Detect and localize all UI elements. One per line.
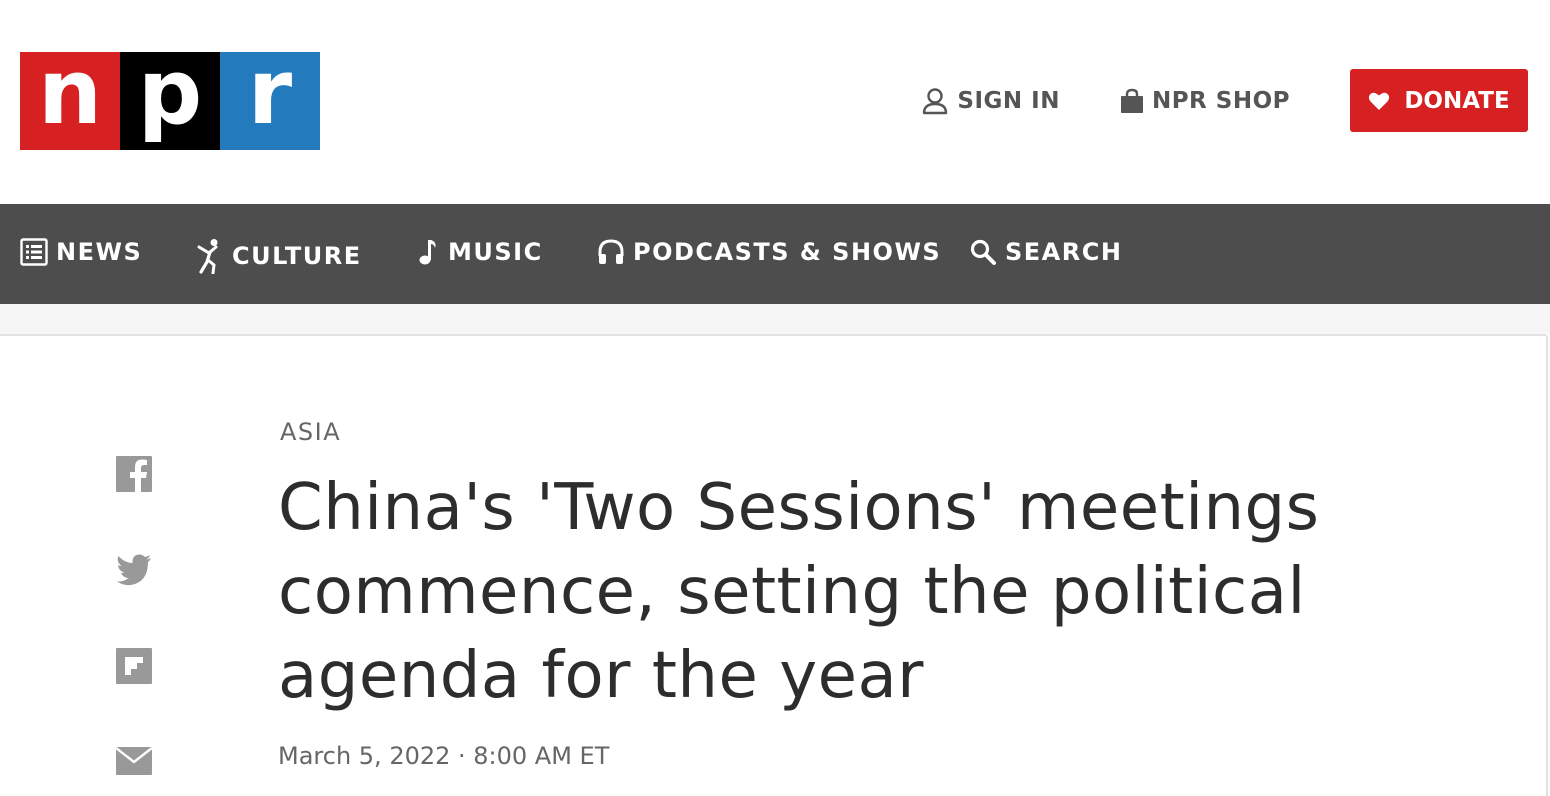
article-headline: China's 'Two Sessions' meetings commence… [278,471,1320,713]
facebook-icon [116,456,152,492]
share-flipboard[interactable] [116,648,152,684]
npr-shop-link[interactable]: NPR SHOP [1120,88,1290,114]
nav-item-podcasts-shows[interactable]: PODCASTS & SHOWS [597,238,941,266]
news-list-icon [20,238,48,266]
article-dateline: March 5, 2022 · 8:00 AM ET [278,742,610,770]
dancer-icon [197,239,218,274]
donate-label: DONATE [1404,87,1510,114]
section-slug-link[interactable]: ASIA [280,418,341,446]
nav-item-search[interactable]: SEARCH [969,238,1122,266]
nav-item-culture[interactable]: CULTURE [196,238,362,274]
user-icon [923,87,948,114]
email-icon [115,747,153,775]
main-navigation: NEWS CULTURE MUSIC PODCASTS & SHOWS SEAR… [0,204,1550,304]
heart-icon [1369,92,1390,110]
nav-item-music[interactable]: MUSIC [418,238,543,266]
music-note-icon [419,240,436,265]
logo-tile-n: n [20,48,120,150]
site-header: n p r SIGN IN NPR SHOP DONATE [0,0,1550,204]
nav-label-search: SEARCH [1005,238,1123,266]
content-top-strip [0,304,1550,334]
donate-button[interactable]: DONATE [1350,69,1528,132]
nav-label-music: MUSIC [448,238,543,266]
sign-in-label: SIGN IN [957,87,1060,114]
npr-shop-label: NPR SHOP [1151,87,1290,114]
shopping-bag-icon [1120,88,1143,113]
nav-label-news: NEWS [56,238,143,266]
search-icon [970,239,996,265]
share-twitter[interactable] [116,551,152,587]
sign-in-link[interactable]: SIGN IN [921,87,1060,115]
share-email[interactable] [115,744,153,780]
logo-tile-p: p [120,48,220,150]
share-facebook[interactable] [116,456,152,492]
header-actions: SIGN IN NPR SHOP DONATE [921,69,1528,132]
npr-logo[interactable]: n p r [20,48,320,150]
nav-item-news[interactable]: NEWS [20,238,142,266]
twitter-icon [117,554,151,586]
flipboard-icon [116,648,152,684]
headphones-icon [598,239,624,264]
logo-tile-r: r [220,48,320,150]
nav-label-podcasts: PODCASTS & SHOWS [633,238,942,266]
nav-label-culture: CULTURE [232,242,362,270]
